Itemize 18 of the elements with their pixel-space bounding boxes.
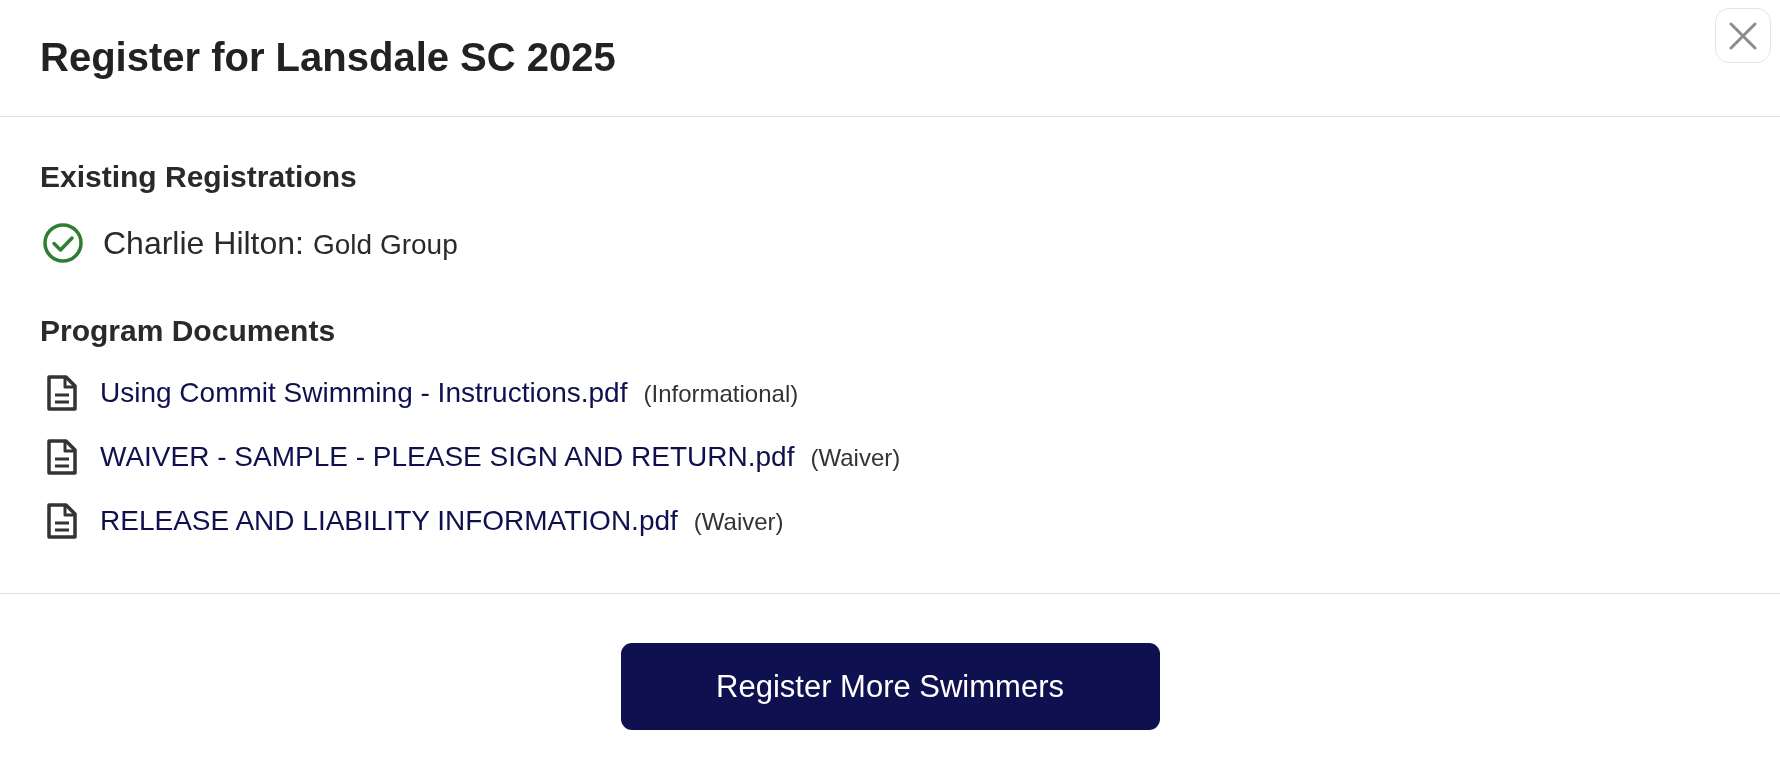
document-link[interactable]: Using Commit Swimming - Instructions.pdf	[100, 377, 628, 409]
section-heading: Existing Registrations	[40, 159, 357, 195]
document-link[interactable]: WAIVER - SAMPLE - PLEASE SIGN AND RETURN.pdf	[100, 441, 795, 473]
document-icon	[46, 374, 78, 412]
document-link[interactable]: RELEASE AND LIABILITY INFORMATION.pdf	[100, 505, 678, 537]
swimmer-name: Charlie Hilton:	[103, 224, 304, 262]
close-button[interactable]	[1715, 8, 1771, 63]
dialog-title: Register for Lansdale SC 2025	[40, 34, 616, 80]
check-circle-icon	[43, 223, 83, 263]
document-icon	[46, 502, 78, 540]
document-type: (Waiver)	[693, 508, 784, 536]
register-more-button[interactable]: Register More Swimmers	[620, 643, 1160, 730]
document-icon	[46, 438, 78, 476]
close-icon	[1729, 21, 1757, 50]
section-heading: Program Documents	[40, 313, 336, 349]
group-name: Gold Group	[312, 228, 458, 261]
document-type: (Informational)	[643, 380, 799, 408]
document-type: (Waiver)	[810, 444, 901, 472]
